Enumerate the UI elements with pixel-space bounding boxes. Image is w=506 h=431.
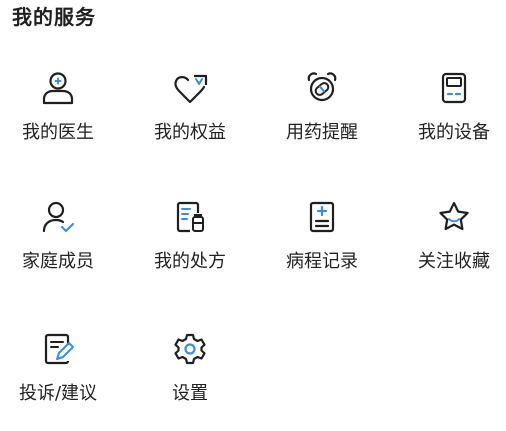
service-label: 家庭成员	[22, 251, 94, 272]
family-member-icon	[40, 199, 76, 235]
service-label: 关注收藏	[418, 251, 490, 272]
service-my-rights[interactable]: 我的权益	[132, 70, 248, 170]
device-icon	[436, 70, 472, 106]
services-grid: 我的医生 我的权益 用药提醒 我的设备 家庭成员 我的处方 病程记录 关注收藏 …	[0, 0, 506, 410]
service-family-members[interactable]: 家庭成员	[0, 199, 116, 299]
feedback-edit-icon	[40, 331, 76, 367]
doctor-icon	[40, 70, 76, 106]
service-label: 用药提醒	[286, 122, 358, 143]
service-label: 设置	[172, 383, 208, 404]
service-feedback[interactable]: 投诉/建议	[0, 331, 116, 431]
service-label: 投诉/建议	[18, 383, 98, 404]
prescription-icon	[172, 199, 208, 235]
service-favorites[interactable]: 关注收藏	[396, 199, 506, 299]
rights-shield-icon	[172, 70, 208, 106]
service-my-prescription[interactable]: 我的处方	[132, 199, 248, 299]
service-medical-record[interactable]: 病程记录	[264, 199, 380, 299]
service-medication-reminder[interactable]: 用药提醒	[264, 70, 380, 170]
service-label: 我的医生	[22, 122, 94, 143]
service-label: 我的权益	[154, 122, 226, 143]
service-label: 病程记录	[286, 251, 358, 272]
service-settings[interactable]: 设置	[132, 331, 248, 431]
medical-record-icon	[304, 199, 340, 235]
service-label: 我的处方	[154, 251, 226, 272]
pill-alarm-icon	[304, 70, 340, 106]
service-my-device[interactable]: 我的设备	[396, 70, 506, 170]
settings-gear-icon	[172, 331, 208, 367]
favorite-star-icon	[436, 199, 472, 235]
service-label: 我的设备	[418, 122, 490, 143]
service-my-doctor[interactable]: 我的医生	[0, 70, 116, 170]
